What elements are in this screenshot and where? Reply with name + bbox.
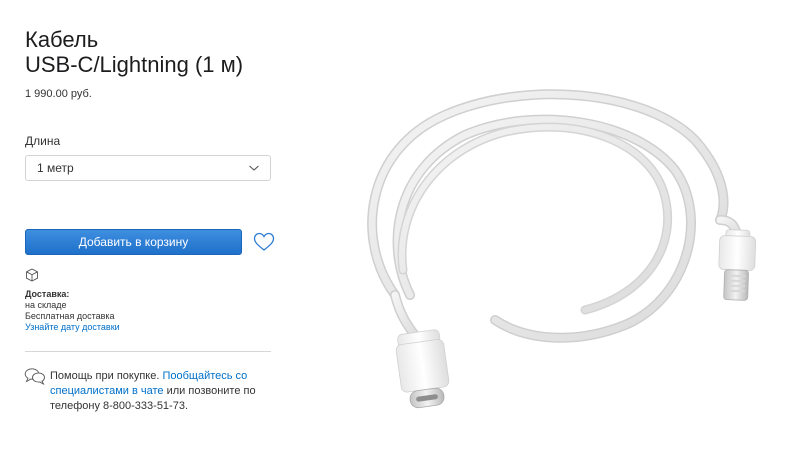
heart-icon[interactable] [253, 232, 275, 252]
delivery-stock: на складе [25, 300, 67, 310]
length-label: Длина [25, 134, 61, 148]
add-to-cart-button[interactable]: Добавить в корзину [25, 229, 242, 255]
box-icon [26, 268, 38, 282]
chat-bubbles-icon [24, 368, 45, 385]
delivery-info: Доставка: на складе Бесплатная доставка … [25, 289, 120, 333]
delivery-shipping: Бесплатная доставка [25, 311, 115, 321]
product-title-line2: USB-C/Lightning (1 м) [25, 52, 244, 77]
delivery-date-link[interactable]: Узнайте дату доставки [25, 322, 120, 332]
help-intro: Помощь при покупке. [50, 370, 163, 382]
product-image [367, 89, 757, 409]
chevron-down-icon [249, 165, 259, 171]
product-title-line1: Кабель [25, 27, 99, 52]
product-title: Кабель USB-C/Lightning (1 м) [25, 27, 243, 77]
delivery-heading: Доставка: [25, 289, 70, 299]
length-select-value: 1 метр [37, 161, 74, 175]
length-select[interactable]: 1 метр [25, 155, 271, 181]
purchase-help: Помощь при покупке. Пообщайтесь со специ… [50, 369, 270, 414]
divider [25, 351, 271, 352]
product-price: 1 990.00 руб. [25, 88, 92, 100]
